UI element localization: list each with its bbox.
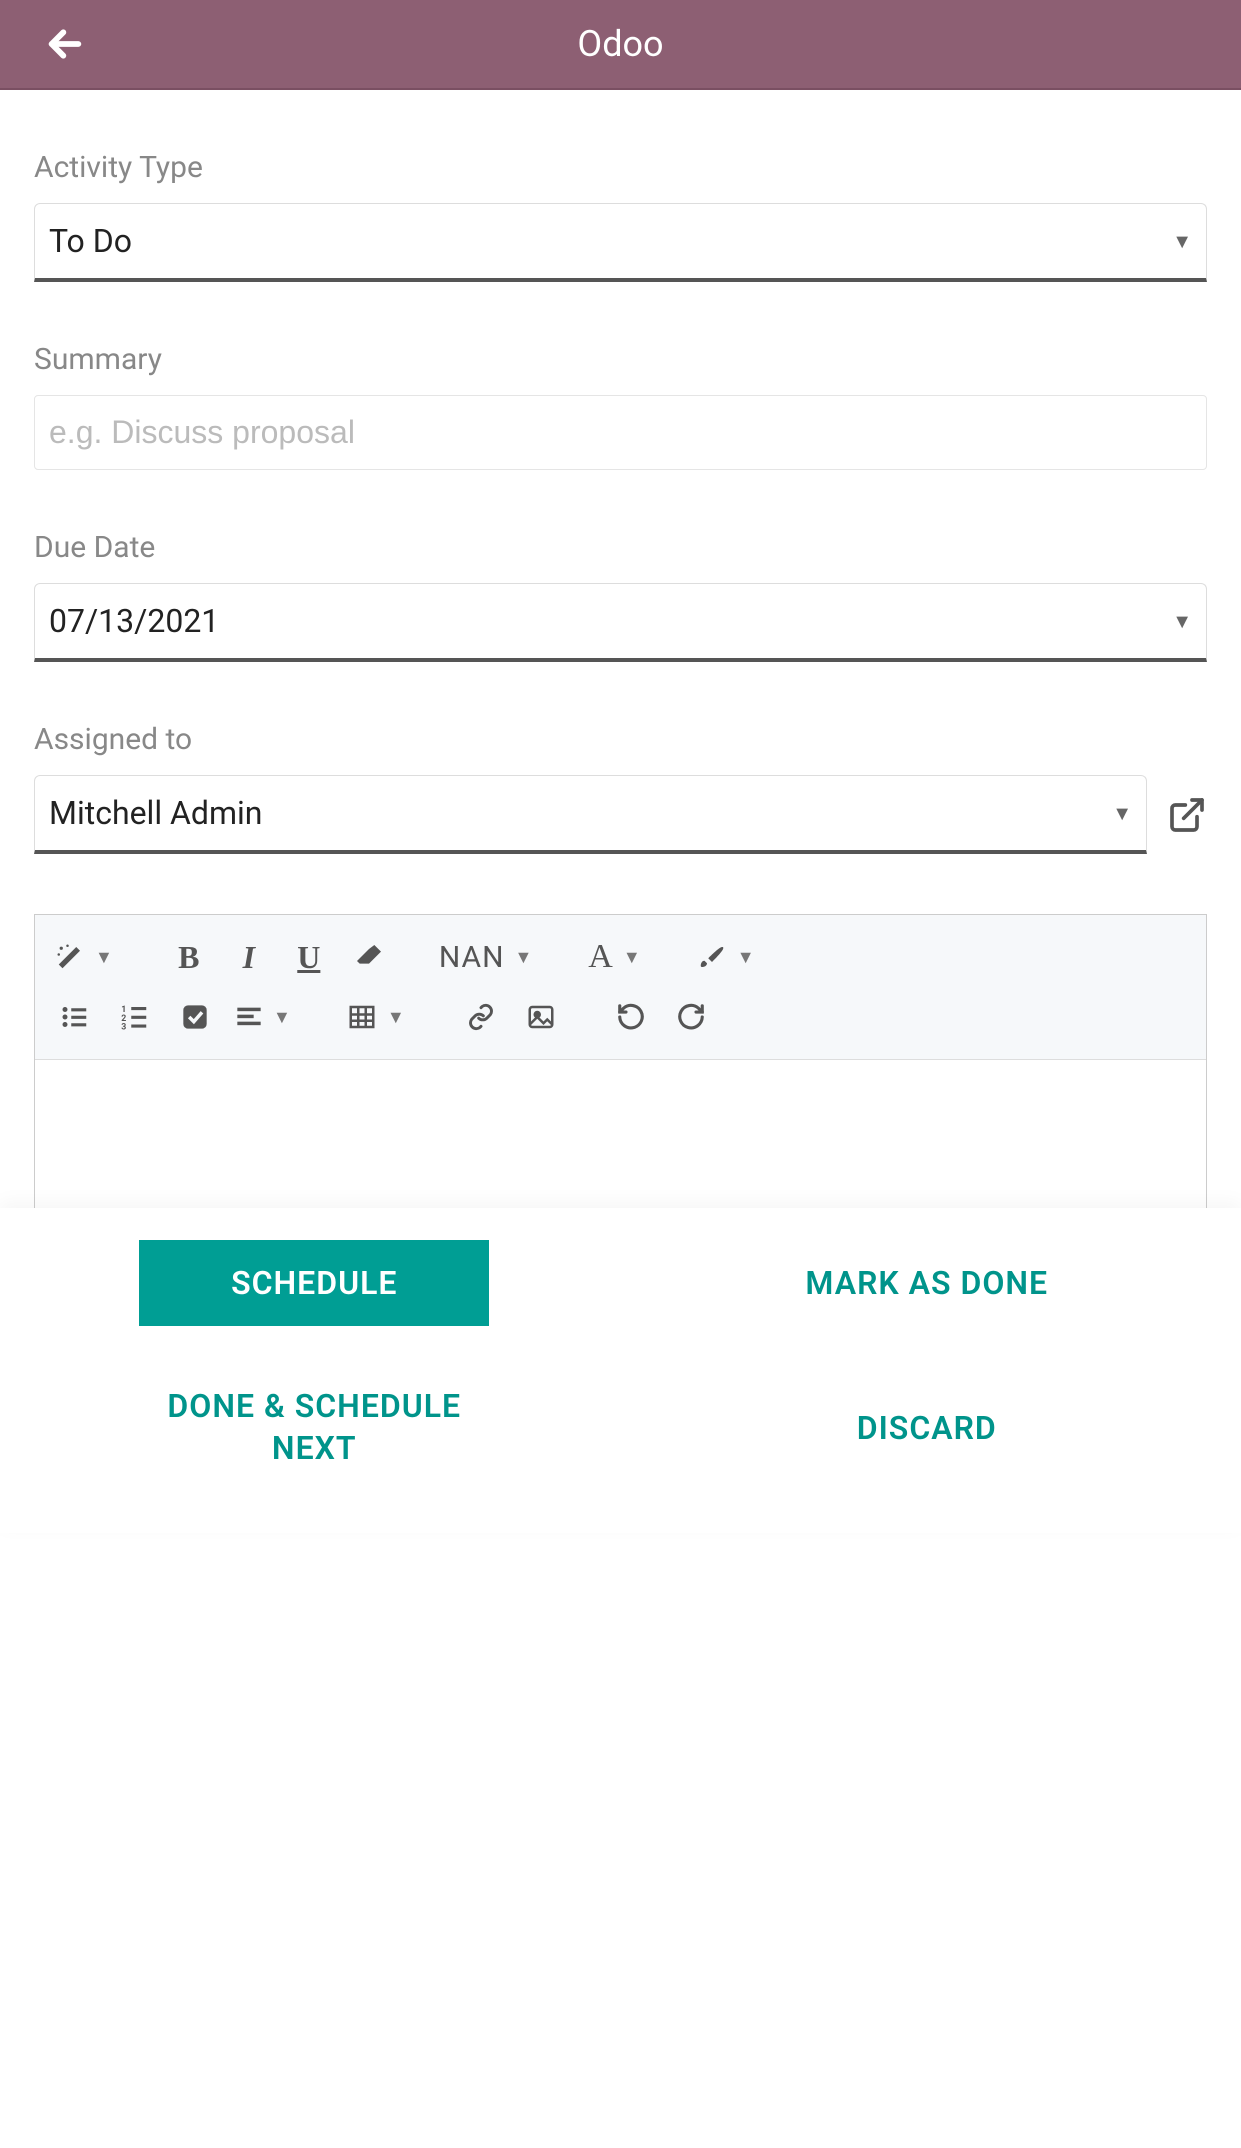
assigned-to-select[interactable]: Mitchell Admin ▼ — [34, 775, 1147, 854]
chevron-down-icon: ▼ — [95, 947, 113, 968]
page-title: Odoo — [0, 23, 1241, 65]
magic-wand-icon — [55, 942, 85, 972]
chevron-down-icon: ▼ — [737, 947, 755, 968]
due-date-field: Due Date 07/13/2021 ▼ — [34, 530, 1207, 662]
table-icon — [347, 1002, 377, 1032]
chevron-down-icon: ▼ — [1112, 801, 1132, 826]
due-date-label: Due Date — [34, 530, 1207, 565]
bold-button[interactable]: B — [159, 927, 219, 987]
font-family-label: NAN — [439, 940, 505, 975]
back-button[interactable] — [45, 24, 85, 64]
font-size-button[interactable]: A ▼ — [578, 927, 656, 987]
assigned-to-label: Assigned to — [34, 722, 1207, 757]
summary-label: Summary — [34, 342, 1207, 377]
chevron-down-icon: ▼ — [1172, 609, 1192, 634]
italic-button[interactable]: I — [219, 927, 279, 987]
redo-icon — [676, 1002, 706, 1032]
paragraph-align-button[interactable]: ▼ — [225, 987, 307, 1047]
assigned-to-value: Mitchell Admin — [49, 794, 262, 832]
due-date-select[interactable]: 07/13/2021 ▼ — [34, 583, 1207, 662]
redo-button[interactable] — [661, 987, 721, 1047]
app-header: Odoo — [0, 0, 1241, 90]
external-link-icon — [1167, 795, 1207, 835]
underline-icon: U — [297, 939, 320, 976]
chevron-down-icon: ▼ — [623, 947, 641, 968]
footer-actions: SCHEDULE MARK AS DONE DONE & SCHEDULENEX… — [0, 1208, 1241, 1533]
checkbox-icon — [181, 1003, 209, 1031]
paint-brush-icon — [697, 942, 727, 972]
due-date-value: 07/13/2021 — [49, 602, 219, 640]
eraser-icon — [353, 941, 385, 973]
chevron-down-icon: ▼ — [1172, 229, 1192, 254]
chevron-down-icon: ▼ — [514, 947, 532, 968]
image-icon — [526, 1002, 556, 1032]
open-record-button[interactable] — [1167, 795, 1207, 835]
arrow-left-icon — [45, 24, 85, 64]
magic-style-button[interactable]: ▼ — [45, 927, 129, 987]
unordered-list-button[interactable] — [45, 987, 105, 1047]
summary-input[interactable] — [34, 395, 1207, 470]
ordered-list-button[interactable]: 1 2 3 — [105, 987, 165, 1047]
italic-icon: I — [243, 939, 255, 976]
activity-type-value: To Do — [49, 222, 132, 260]
done-and-schedule-next-button[interactable]: DONE & SCHEDULENEXT — [137, 1362, 491, 1493]
eraser-button[interactable] — [339, 927, 399, 987]
unordered-list-icon — [60, 1002, 90, 1032]
align-left-icon — [235, 1003, 263, 1031]
table-button[interactable]: ▼ — [337, 987, 421, 1047]
link-icon — [467, 1003, 495, 1031]
assigned-to-field: Assigned to Mitchell Admin ▼ — [34, 722, 1207, 854]
done-and-schedule-next-label: DONE & SCHEDULENEXT — [167, 1386, 461, 1469]
ordered-list-icon: 1 2 3 — [120, 1002, 150, 1032]
image-button[interactable] — [511, 987, 571, 1047]
text-color-button[interactable]: ▼ — [687, 927, 771, 987]
discard-button[interactable]: DISCARD — [827, 1385, 1027, 1471]
chevron-down-icon: ▼ — [387, 1007, 405, 1028]
schedule-button[interactable]: SCHEDULE — [139, 1240, 489, 1326]
font-size-icon: A — [588, 938, 613, 976]
chevron-down-icon: ▼ — [273, 1007, 291, 1028]
activity-type-field: Activity Type To Do ▼ — [34, 150, 1207, 282]
editor-toolbar: ▼ B I U NAN ▼ A — [35, 915, 1206, 1060]
activity-type-label: Activity Type — [34, 150, 1207, 185]
bold-icon: B — [178, 939, 199, 976]
svg-text:3: 3 — [121, 1023, 126, 1033]
activity-type-select[interactable]: To Do ▼ — [34, 203, 1207, 282]
link-button[interactable] — [451, 987, 511, 1047]
undo-icon — [616, 1002, 646, 1032]
summary-field: Summary — [34, 342, 1207, 470]
mark-as-done-button[interactable]: MARK AS DONE — [775, 1240, 1078, 1326]
undo-button[interactable] — [601, 987, 661, 1047]
font-family-button[interactable]: NAN ▼ — [429, 927, 548, 987]
checklist-button[interactable] — [165, 987, 225, 1047]
underline-button[interactable]: U — [279, 927, 339, 987]
